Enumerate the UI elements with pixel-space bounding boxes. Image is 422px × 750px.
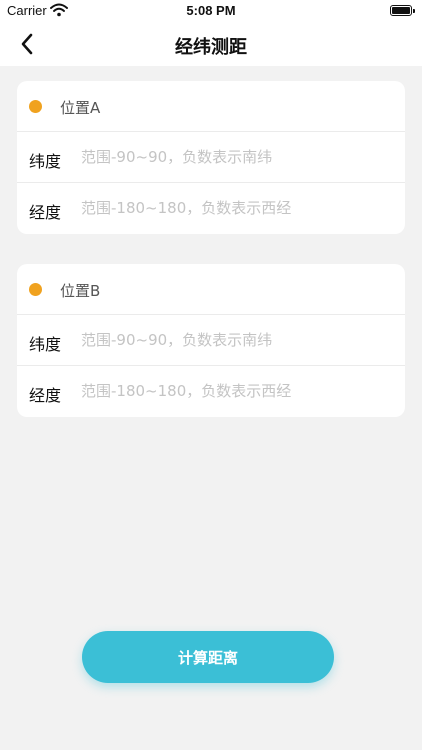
location-a-title: 位置A — [60, 99, 101, 117]
location-a-header: 位置A — [17, 81, 405, 132]
location-b-longitude-row: 经度 — [17, 366, 405, 417]
dot-icon — [29, 100, 42, 113]
calculate-distance-button[interactable]: 计算距离 — [82, 631, 334, 683]
longitude-label: 经度 — [29, 386, 62, 405]
location-b-header: 位置B — [17, 264, 405, 315]
location-a-longitude-input[interactable] — [81, 193, 391, 223]
location-b-latitude-input[interactable] — [81, 325, 391, 355]
latitude-label: 纬度 — [29, 152, 62, 171]
battery-icon — [390, 5, 415, 16]
navigation-bar: 经纬测距 — [0, 22, 422, 66]
location-b-longitude-input[interactable] — [81, 376, 391, 406]
location-b-card: 位置B 纬度 经度 — [17, 264, 405, 417]
status-time: 5:08 PM — [186, 3, 236, 18]
location-a-latitude-input[interactable] — [81, 142, 391, 172]
location-a-latitude-row: 纬度 — [17, 132, 405, 183]
location-a-longitude-row: 经度 — [17, 183, 405, 234]
location-a-card: 位置A 纬度 经度 — [17, 81, 405, 234]
latitude-label: 纬度 — [29, 335, 62, 354]
status-bar: Carrier 5:08 PM — [0, 0, 422, 22]
location-b-title: 位置B — [60, 282, 101, 300]
location-b-latitude-row: 纬度 — [17, 315, 405, 366]
page-title: 经纬测距 — [175, 37, 247, 58]
dot-icon — [29, 283, 42, 296]
longitude-label: 经度 — [29, 203, 62, 222]
